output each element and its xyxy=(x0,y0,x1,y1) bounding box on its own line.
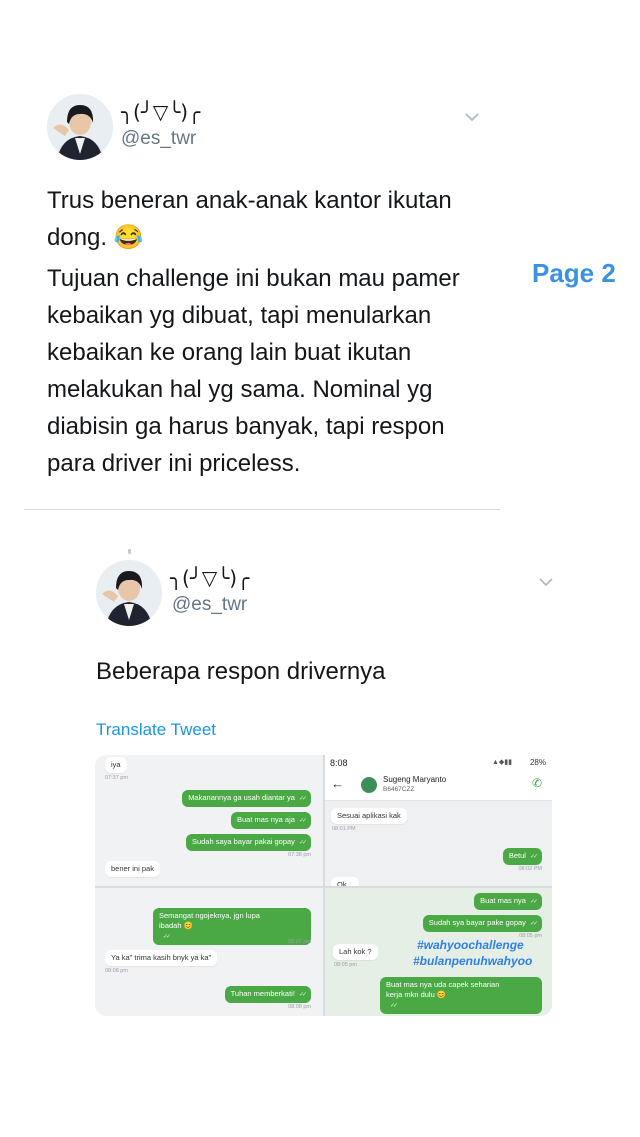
message-time: 07:37 pm xyxy=(105,775,128,781)
chat-bubble-incoming: Lah kok ? xyxy=(333,944,378,960)
avatar[interactable] xyxy=(47,94,113,160)
chat-bubble-outgoing: Sudah sya bayar pake gopay xyxy=(422,915,542,932)
phone-icon[interactable]: ✆ xyxy=(532,776,542,790)
chat-bubble-incoming: Ok... xyxy=(331,877,359,886)
avatar[interactable] xyxy=(96,560,162,626)
tweet-paragraph: Tujuan challenge ini bukan mau pamer keb… xyxy=(47,265,460,477)
battery-level: 28% xyxy=(529,758,546,767)
message-time: 07:38 pm xyxy=(288,852,311,858)
chevron-down-icon[interactable] xyxy=(538,577,554,587)
message-time: 08:08 pm xyxy=(288,1004,311,1010)
chat-bubble-outgoing: Buat mas nya uda capek seharian kerja mk… xyxy=(380,977,542,1014)
chat-screenshot-3[interactable]: Semangat ngojeknya, jgn lupa ibadah 😊 08… xyxy=(95,888,323,1016)
chat-bubble-incoming: bener ini pak xyxy=(105,861,160,877)
chat-bubble-outgoing: Sudah saya bayar pakai gopay xyxy=(185,834,311,851)
signal-icon: ▲◆▮▮ xyxy=(491,759,512,766)
contact-avatar xyxy=(361,777,377,793)
tweet-text: Beberapa respon drivernya xyxy=(96,658,386,685)
message-line: ibadah 😊 xyxy=(159,921,193,930)
message-line: Buat mas nya uda capek seharian xyxy=(386,980,500,989)
chat-bubble-outgoing: Tuhan memberkati! xyxy=(224,986,311,1003)
display-name[interactable]: ╮(╯▽╰)╭ xyxy=(170,566,249,590)
message-time: 08:01 PM xyxy=(332,826,356,832)
contact-name: Sugeng Maryanto xyxy=(383,775,447,784)
chat-bubble-outgoing: Betul xyxy=(502,848,542,865)
page-label: Page 2 xyxy=(532,258,616,288)
message-time: 08:05 pm xyxy=(334,962,357,968)
hashtag-overlay: #bulanpenuhwahyoo xyxy=(413,954,533,968)
chat-header: ← Sugeng Maryanto B6467CZZ ✆ xyxy=(325,769,552,801)
message-time: 08:02 PM xyxy=(518,866,542,872)
back-arrow-icon[interactable]: ← xyxy=(331,776,344,791)
translate-tweet-link[interactable]: Translate Tweet xyxy=(96,720,216,740)
tweet-text: Trus beneran anak-anak kantor ikutan don… xyxy=(47,182,477,482)
user-handle[interactable]: @es_twr xyxy=(172,594,247,616)
chat-bubble-outgoing: Makanannya ga usah diantar ya xyxy=(182,790,311,807)
avatar-image xyxy=(47,94,113,160)
chat-bubble-incoming: Sesuai aplikasi kak xyxy=(331,808,407,824)
separator-mark xyxy=(128,549,131,554)
chat-screenshot-4[interactable]: Buat mas nya Sudah sya bayar pake gopay … xyxy=(325,888,552,1016)
chat-screenshot-1[interactable]: iya 07:37 pm Makanannya ga usah diantar … xyxy=(95,755,323,886)
message-time: 08:08 pm xyxy=(105,968,128,974)
chat-bubble-outgoing: Buat mas nya aja xyxy=(230,812,311,829)
media-grid[interactable]: iya 07:37 pm Makanannya ga usah diantar … xyxy=(95,755,552,1016)
chat-bubble-incoming: Ya ka" trima kasih bnyk ya ka" xyxy=(105,950,218,966)
chat-bubble-outgoing: Buat mas nya xyxy=(474,893,542,910)
contact-plate: B6467CZZ xyxy=(383,786,415,793)
tweet-paragraph: Trus beneran anak-anak kantor ikutan don… xyxy=(47,187,452,251)
display-name[interactable]: ╮(╯▽╰)╭ xyxy=(121,100,200,124)
phone-status-bar: 8:08 ▲◆▮▮ 28% xyxy=(325,755,552,769)
status-time: 8:08 xyxy=(330,758,348,768)
message-line: kerja mkn dulu 😊 xyxy=(386,990,447,999)
chevron-down-icon[interactable] xyxy=(464,112,480,122)
divider xyxy=(24,509,500,510)
chat-bubble-incoming: iya xyxy=(105,757,127,773)
message-time: 08:07 pm xyxy=(288,939,311,945)
user-handle[interactable]: @es_twr xyxy=(121,128,196,150)
hashtag-overlay: #wahyoochallenge xyxy=(417,938,524,952)
chat-screenshot-2[interactable]: 8:08 ▲◆▮▮ 28% ← Sugeng Maryanto B6467CZZ… xyxy=(325,755,552,886)
message-line: Semangat ngojeknya, jgn lupa xyxy=(159,911,260,920)
avatar-image xyxy=(96,560,162,626)
